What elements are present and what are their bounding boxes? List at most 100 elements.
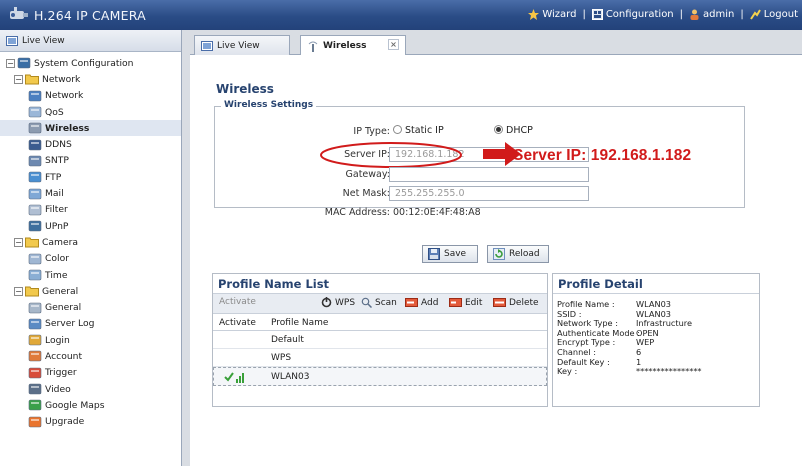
detail-value: WEP: [636, 337, 655, 348]
tree-item-general[interactable]: General: [0, 299, 181, 315]
gateway-field[interactable]: [389, 167, 589, 182]
active-signal-icon: [224, 372, 244, 383]
tree-item-label: Network: [45, 90, 84, 102]
profile-row-selected[interactable]: WLAN03: [213, 367, 547, 386]
detail-key: Network Type :: [557, 318, 618, 329]
ddns-icon: [28, 139, 42, 151]
netmask-field[interactable]: 255.255.255.0: [389, 186, 589, 201]
tree-item-video[interactable]: Video: [0, 381, 181, 397]
tree-item-filter[interactable]: Filter: [0, 202, 181, 218]
collapse-icon[interactable]: −: [6, 58, 15, 68]
delete-button[interactable]: Delete: [493, 297, 539, 308]
tree-item-label: Google Maps: [45, 399, 105, 411]
tree-item-label: Upgrade: [45, 416, 85, 428]
login-icon: [28, 334, 42, 346]
account-icon: [28, 350, 42, 362]
add-button[interactable]: Add: [405, 297, 438, 308]
upgrade-icon: [28, 416, 42, 428]
tree-item-sntp[interactable]: SNTP: [0, 153, 181, 169]
tree-item-label: Wireless: [45, 122, 90, 134]
mac-address-label: MAC Address:: [324, 207, 390, 218]
profile-row[interactable]: Default: [213, 331, 547, 349]
tree-item-time[interactable]: Time: [0, 267, 181, 283]
wps-button[interactable]: WPS: [321, 297, 355, 308]
profile-list-title: Profile Name List: [213, 274, 547, 294]
reload-icon: [493, 248, 505, 260]
detail-key: Encrypt Type :: [557, 337, 616, 348]
tree-item-network[interactable]: − Network: [0, 71, 181, 87]
tree-item-label: Account: [45, 350, 83, 362]
tree-item-label: Filter: [45, 204, 68, 216]
live-view-icon: [201, 40, 213, 51]
profile-detail-title: Profile Detail: [553, 274, 759, 294]
tree-item-upgrade[interactable]: Upgrade: [0, 414, 181, 430]
save-icon: [428, 248, 440, 260]
tree-item-label: UPnP: [45, 220, 69, 232]
tree-item-wireless[interactable]: Wireless: [0, 120, 181, 137]
live-view-header[interactable]: Live View: [0, 30, 181, 52]
tree-item-ddns[interactable]: DDNS: [0, 136, 181, 152]
scan-button[interactable]: Scan: [361, 297, 397, 308]
tree-item-label: Camera: [42, 236, 79, 248]
radio-static-ip[interactable]: [393, 125, 402, 134]
static-ip-radio[interactable]: Static IP: [393, 125, 444, 136]
wizard-icon: [528, 9, 540, 20]
tree-item-label: Network: [42, 73, 81, 85]
time-icon: [28, 269, 42, 281]
tab-wireless[interactable]: Wireless ×: [300, 35, 406, 56]
close-tab-icon[interactable]: ×: [388, 39, 399, 50]
trigger-icon: [28, 367, 42, 379]
tree-item-general[interactable]: − General: [0, 283, 181, 299]
detail-row: Channel : 6: [557, 347, 641, 357]
tree-item-label: General: [45, 302, 82, 314]
tree-item-network[interactable]: Network: [0, 88, 181, 104]
edit-button[interactable]: Edit: [449, 297, 482, 308]
tree-item-label: Color: [45, 253, 69, 265]
tree-item-camera[interactable]: − Camera: [0, 234, 181, 250]
logout-icon: [749, 9, 761, 20]
tree-item-login[interactable]: Login: [0, 332, 181, 348]
video-icon: [28, 383, 42, 395]
delete-icon: [493, 298, 506, 307]
configuration-link[interactable]: Configuration: [591, 9, 674, 20]
tree-item-mail[interactable]: Mail: [0, 185, 181, 201]
tree-item-label: Time: [45, 269, 68, 281]
wps-icon: [321, 297, 332, 308]
dhcp-radio[interactable]: DHCP: [494, 125, 533, 136]
page-title: Wireless: [216, 82, 274, 96]
user-menu[interactable]: admin: [689, 9, 734, 20]
tree-item-label: System Configuration: [34, 57, 134, 69]
tree-item-qos[interactable]: QoS: [0, 104, 181, 120]
save-button[interactable]: Save: [422, 245, 478, 263]
reload-button[interactable]: Reload: [487, 245, 549, 263]
tree-item-google-maps[interactable]: Google Maps: [0, 397, 181, 413]
tree-item-label: QoS: [45, 106, 64, 118]
mail-icon: [28, 188, 42, 200]
activate-button[interactable]: Activate: [219, 297, 256, 307]
tree-item-system-configuration[interactable]: − System Configuration: [0, 55, 181, 71]
tree-item-account[interactable]: Account: [0, 348, 181, 364]
tree-item-color[interactable]: Color: [0, 251, 181, 267]
detail-value: 6: [636, 347, 642, 357]
settings-icon: [17, 57, 31, 69]
tree-item-label: SNTP: [45, 155, 69, 167]
detail-row: Profile Name : WLAN03: [557, 299, 671, 309]
tree-item-upnp[interactable]: UPnP: [0, 218, 181, 234]
logout-link[interactable]: Logout: [749, 9, 798, 20]
tree-item-label: Mail: [45, 188, 64, 200]
wizard-link[interactable]: Wizard: [528, 9, 576, 20]
camera-logo-icon: [10, 7, 28, 19]
collapse-icon[interactable]: −: [14, 74, 23, 84]
profile-row[interactable]: WPS: [213, 349, 547, 367]
radio-dhcp[interactable]: [494, 125, 503, 134]
collapse-icon[interactable]: −: [14, 237, 23, 247]
tree-item-trigger[interactable]: Trigger: [0, 365, 181, 381]
detail-key: Channel :: [557, 347, 596, 357]
collapse-icon[interactable]: −: [14, 286, 23, 296]
tree-item-label: FTP: [45, 171, 62, 183]
tree-item-ftp[interactable]: FTP: [0, 169, 181, 185]
tree-item-server-log[interactable]: Server Log: [0, 316, 181, 332]
tab-live-view[interactable]: Live View: [194, 35, 290, 55]
live-view-icon: [6, 35, 18, 46]
profile-list-header: Activate Profile Name: [213, 314, 547, 331]
